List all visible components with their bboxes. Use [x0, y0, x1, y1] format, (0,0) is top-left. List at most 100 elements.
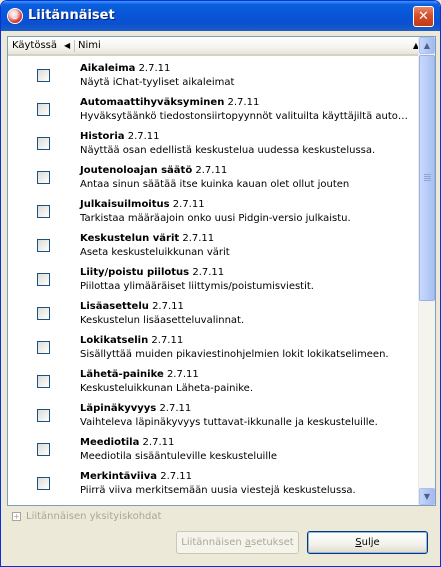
plugin-name: Aikaleima 2.7.11: [80, 63, 170, 74]
plugin-title: Keskustelun värit: [80, 233, 180, 244]
plugin-list[interactable]: Käytössä ◀ Nimi ▲ Aikaleima 2.7.11 Näytä …: [7, 36, 436, 506]
plugin-description: Aseta keskusteluikkunan värit: [80, 247, 230, 258]
plugin-version: 2.7.11: [166, 369, 199, 380]
plugin-enabled-checkbox[interactable]: [37, 205, 50, 218]
thumb-grip: [424, 174, 431, 175]
column-header-name[interactable]: Nimi: [78, 37, 398, 54]
plugin-version: 2.7.11: [160, 471, 193, 482]
plugin-version: 2.7.11: [159, 403, 192, 414]
plugin-version: 2.7.11: [151, 335, 184, 346]
plugin-description: Piilottaa ylimääräiset liittymis/poistum…: [80, 281, 314, 292]
plugin-row[interactable]: Lähetä-painike 2.7.11 Keskusteluikkunan L…: [8, 367, 419, 401]
plugin-title: Merkintäviiva: [80, 471, 158, 482]
plugin-version: 2.7.11: [192, 267, 225, 278]
expand-plus-icon: +: [12, 512, 21, 521]
thumb-grip: [424, 178, 431, 179]
plugin-description: Antaa sinun säätää itse kuinka kauan ole…: [80, 179, 350, 190]
plugin-version: 2.7.11: [182, 233, 215, 244]
plugin-description: Keskusteluikkunan Läheta-painike.: [80, 383, 253, 394]
plugin-title: Historia: [80, 131, 125, 142]
plugin-row[interactable]: Julkaisuilmoitus 2.7.11 Tarkistaa määräaj…: [8, 197, 419, 231]
plugin-version: 2.7.11: [195, 165, 228, 176]
plugin-description: Näyttää osan edellistä keskustelua uudes…: [80, 145, 376, 156]
plugin-row[interactable]: Lokikatselin 2.7.11 Sisällyttää muiden pi…: [8, 333, 419, 367]
plugin-row[interactable]: Merkintäviiva 2.7.11 Piirrä viiva merkits…: [8, 469, 419, 503]
plugin-description: Meediotila sisääntuleville keskusteluill…: [80, 451, 278, 462]
plugin-name: Meediotila 2.7.11: [80, 437, 174, 448]
plugin-row[interactable]: Meediotila 2.7.11 Meediotila sisääntulevi…: [8, 435, 419, 469]
plugin-row[interactable]: Aikaleima 2.7.11 Näytä iChat-tyyliset aik…: [8, 61, 419, 95]
close-button-label: ulje: [361, 537, 380, 548]
plugin-enabled-checkbox[interactable]: [37, 341, 50, 354]
plugin-title: Joutenoloajan säätö: [80, 165, 193, 176]
plugin-title: Lokikatselin: [80, 335, 149, 346]
plugin-name: Lisäasettelu 2.7.11: [80, 301, 184, 312]
plugin-name: Lähetä-painike 2.7.11: [80, 369, 199, 380]
plugin-name: Joutenoloajan säätö 2.7.11: [80, 165, 227, 176]
plugin-enabled-checkbox[interactable]: [37, 409, 50, 422]
plugin-title: Liity/poistu piilotus: [80, 267, 190, 278]
plugin-version: 2.7.11: [227, 97, 260, 108]
plugins-window: Liitännäiset ✕ Käytössä ◀ Nimi ▲ Aikalei…: [0, 0, 441, 567]
plugin-name: Läpinäkyvyys 2.7.11: [80, 403, 191, 414]
plugin-name: Julkaisuilmoitus 2.7.11: [80, 199, 205, 210]
column-header-enabled[interactable]: Käytössä ◀: [12, 37, 76, 54]
plugin-row[interactable]: Historia 2.7.11 Näyttää osan edellistä ke…: [8, 129, 419, 163]
plugin-enabled-checkbox[interactable]: [37, 273, 50, 286]
plugin-row[interactable]: Lisäasettelu 2.7.11 Keskustelun lisäasett…: [8, 299, 419, 333]
plugin-description: Näytä iChat-tyyliset aikaleimat: [80, 77, 235, 88]
sort-left-icon: ◀: [64, 41, 71, 50]
plugin-title: Automaattihyväksyminen: [80, 97, 225, 108]
close-button[interactable]: Sulje: [307, 531, 428, 554]
plugin-row[interactable]: Joutenoloajan säätö 2.7.11 Antaa sinun sä…: [8, 163, 419, 197]
plugin-enabled-checkbox[interactable]: [37, 69, 50, 82]
scroll-down-icon[interactable]: ▼: [419, 488, 435, 505]
plugin-name: Keskustelun värit 2.7.11: [80, 233, 214, 244]
plugin-description: Hyväksytäänkö tiedostonsiirtopyynnöt val…: [80, 111, 416, 122]
vertical-scrollbar[interactable]: ▲ ▼: [418, 37, 435, 505]
plugin-settings-button[interactable]: Liitännäisen asetukset: [176, 531, 299, 554]
plugin-row[interactable]: Keskustelun värit 2.7.11 Aseta keskustelu…: [8, 231, 419, 265]
plugin-version: 2.7.11: [152, 301, 184, 312]
plugin-enabled-checkbox[interactable]: [37, 103, 50, 116]
plugin-name: Merkintäviiva 2.7.11: [80, 471, 192, 482]
scroll-up-icon[interactable]: ▲: [419, 37, 435, 54]
plugin-description: Sisällyttää muiden pikaviestinohjelmien …: [80, 349, 389, 360]
plugin-row[interactable]: Automaattihyväksyminen 2.7.11 Hyväksytään…: [8, 95, 419, 129]
window-title: Liitännäiset: [28, 8, 115, 23]
thumb-grip: [424, 176, 431, 177]
plugin-title: Julkaisuilmoitus: [80, 199, 170, 210]
plugin-title: Aikaleima: [80, 63, 136, 74]
list-header: Käytössä ◀ Nimi ▲: [8, 37, 435, 56]
pidgin-app-icon[interactable]: [7, 8, 23, 24]
plugin-description: Vaihteleva läpinäkyvyys tuttavat-ikkunal…: [80, 417, 378, 428]
plugin-description: Keskustelun lisäasetteluvalinnat.: [80, 315, 245, 326]
plugin-version: 2.7.11: [142, 437, 175, 448]
plugin-version: 2.7.11: [138, 63, 171, 74]
plugin-enabled-checkbox[interactable]: [37, 307, 50, 320]
plugin-title: Läpinäkyvyys: [80, 403, 157, 414]
title-bar[interactable]: Liitännäiset ✕: [1, 1, 440, 31]
plugin-description: Tarkistaa määräajoin onko uusi Pidgin-ve…: [80, 213, 351, 224]
plugin-settings-label-pre: Liitännäisen: [181, 537, 245, 548]
plugin-version: 2.7.11: [127, 131, 160, 142]
plugin-enabled-checkbox[interactable]: [37, 137, 50, 150]
plugin-title: Lisäasettelu: [80, 301, 149, 312]
plugin-name: Liity/poistu piilotus 2.7.11: [80, 267, 224, 278]
thumb-grip: [424, 180, 431, 181]
window-close-button[interactable]: ✕: [413, 6, 434, 27]
plugin-enabled-checkbox[interactable]: [37, 375, 50, 388]
plugin-name: Lokikatselin 2.7.11: [80, 335, 183, 346]
plugin-row[interactable]: Läpinäkyvyys 2.7.11 Vaihteleva läpinäkyvy…: [8, 401, 419, 435]
plugin-enabled-checkbox[interactable]: [37, 171, 50, 184]
plugin-row[interactable]: Liity/poistu piilotus 2.7.11 Piilottaa yl…: [8, 265, 419, 299]
plugin-rows: Aikaleima 2.7.11 Näytä iChat-tyyliset aik…: [8, 58, 419, 505]
plugin-title: Meediotila: [80, 437, 140, 448]
plugin-title: Lähetä-painike: [80, 369, 164, 380]
plugin-enabled-checkbox[interactable]: [37, 477, 50, 490]
scroll-thumb[interactable]: [419, 55, 435, 301]
plugin-description: Piirrä viiva merkitsemään uusia viestejä…: [80, 485, 356, 496]
plugin-enabled-checkbox[interactable]: [37, 443, 50, 456]
plugin-enabled-checkbox[interactable]: [37, 239, 50, 252]
column-separator[interactable]: [74, 40, 75, 52]
